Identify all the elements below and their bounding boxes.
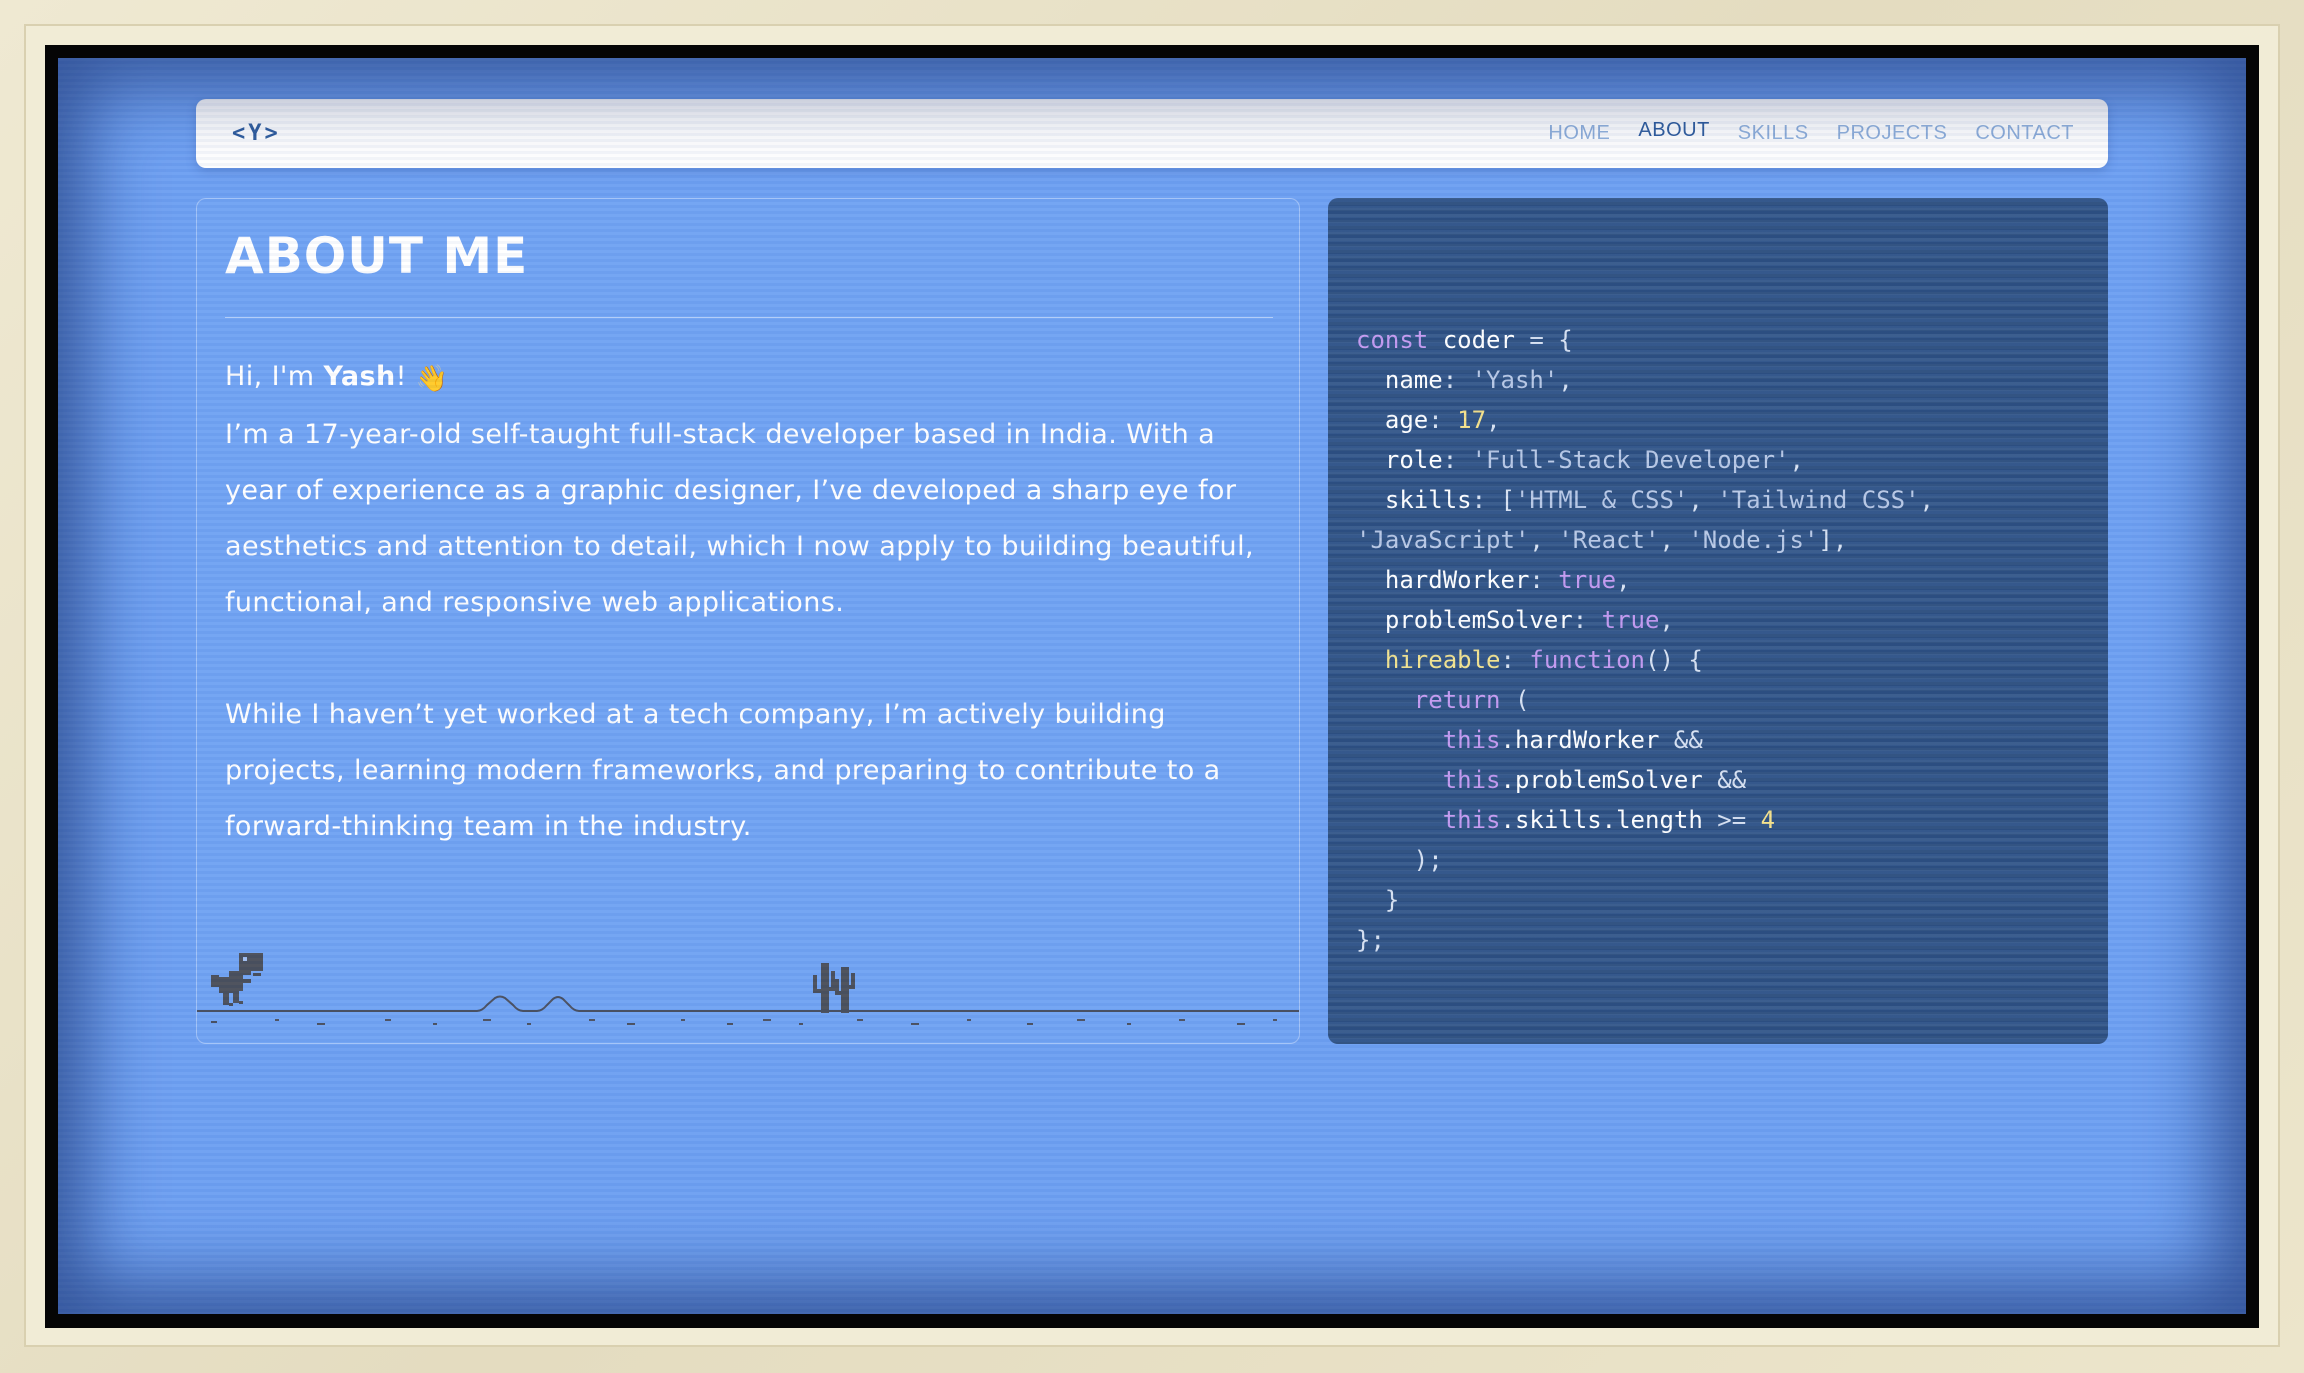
code-token: age [1356,406,1429,434]
code-token: : [1428,406,1458,434]
code-token: : [ [1471,486,1515,514]
code-line: hardWorker: true, [1356,560,1934,600]
code-token: : [1500,646,1530,674]
code-token: return [1356,686,1501,714]
cactus-icon [813,963,855,1013]
code-block: const coder = { name: 'Yash', age: 17, r… [1356,320,1934,960]
code-line: 'JavaScript', 'React', 'Node.js'], [1356,520,1934,560]
greeting: Hi, I'm Yash! 👋 [225,349,1285,407]
code-token: 17 [1457,406,1487,434]
code-token: 'Node.js' [1688,526,1819,554]
code-token: : [1529,566,1559,594]
code-token: () { [1645,646,1703,674]
nav-link-contact[interactable]: CONTACT [1975,122,2074,145]
code-token: , [1558,366,1573,394]
code-token: 'JavaScript' [1356,526,1530,554]
code-line: role: 'Full-Stack Developer', [1356,440,1934,480]
about-body: Hi, I'm Yash! 👋 I’m a 17-year-old self-t… [225,349,1285,855]
code-token: this [1356,766,1501,794]
code-token: 4 [1760,806,1776,834]
navbar: <Y> HOME ABOUT SKILLS PROJECTS CONTACT [196,99,2108,168]
code-token: coder [1428,326,1530,354]
code-line: ); [1356,840,1934,880]
code-token: >= [1717,806,1761,834]
code-line: this.problemSolver && [1356,760,1934,800]
code-line: } [1356,880,1934,920]
nav-links: HOME ABOUT SKILLS PROJECTS CONTACT [1548,119,2074,145]
code-line: this.skills.length >= 4 [1356,800,1934,840]
code-token: } [1356,886,1400,914]
code-line: name: 'Yash', [1356,360,1934,400]
screen: <Y> HOME ABOUT SKILLS PROJECTS CONTACT A… [58,58,2246,1314]
code-token: , [1688,486,1718,514]
code-token: problemSolver [1356,606,1573,634]
code-token: .hardWorker [1500,726,1674,754]
code-token: 'React' [1558,526,1660,554]
divider [225,317,1273,318]
nav-link-home[interactable]: HOME [1548,122,1610,145]
code-line: }; [1356,920,1934,960]
code-token: : [1572,606,1602,634]
code-token: .problemSolver [1500,766,1718,794]
code-token: function [1529,646,1645,674]
code-token: 'Yash' [1471,366,1559,394]
code-token: , [1529,526,1559,554]
code-line: this.hardWorker && [1356,720,1934,760]
greeting-prefix: Hi, I'm [225,361,324,392]
nav-link-skills[interactable]: SKILLS [1738,122,1809,145]
dino-game-scene [197,953,1299,1025]
code-token: , [1789,446,1804,474]
code-token: : [1442,446,1472,474]
code-token: hireable [1356,646,1501,674]
code-token: = { [1529,326,1573,354]
about-card: ABOUT ME Hi, I'm Yash! 👋 I’m a 17-year-o… [196,198,1300,1044]
about-title: ABOUT ME [225,227,529,285]
code-token: name [1356,366,1443,394]
code-token: role [1356,446,1443,474]
code-token: 'HTML & CSS' [1514,486,1689,514]
about-paragraph-2: While I haven’t yet worked at a tech com… [225,699,1221,842]
code-line: hireable: function() { [1356,640,1934,680]
code-token: , [1616,566,1631,594]
code-line: return ( [1356,680,1934,720]
code-token: hardWorker [1356,566,1530,594]
code-token: : [1442,366,1472,394]
ground-line [197,995,1299,1025]
nav-link-projects[interactable]: PROJECTS [1837,122,1948,145]
code-card: const coder = { name: 'Yash', age: 17, r… [1328,198,2108,1044]
code-token: this [1356,726,1501,754]
code-token: 'Tailwind CSS' [1717,486,1920,514]
code-token: , [1659,606,1674,634]
wave-icon: 👋 [415,364,449,394]
code-line: const coder = { [1356,320,1934,360]
code-token: ], [1818,526,1848,554]
code-token: .skills.length [1500,806,1718,834]
code-token: , [1486,406,1501,434]
code-token: true [1601,606,1660,634]
code-token: 'Full-Stack Developer' [1471,446,1790,474]
dino-icon [211,953,263,1006]
code-token: this [1356,806,1501,834]
code-token: , [1919,486,1934,514]
nav-link-about[interactable]: ABOUT [1638,119,1709,142]
code-token: && [1717,766,1747,794]
code-token: true [1558,566,1617,594]
code-token: && [1673,726,1703,754]
about-paragraph-1: I’m a 17-year-old self-taught full-stack… [225,419,1254,618]
author-name: Yash [323,361,396,392]
code-line: age: 17, [1356,400,1934,440]
code-token: ); [1356,846,1443,874]
code-line: skills: ['HTML & CSS', 'Tailwind CSS', [1356,480,1934,520]
code-token: ( [1500,686,1530,714]
code-token: , [1659,526,1689,554]
site-logo[interactable]: <Y> [232,121,281,146]
code-line: problemSolver: true, [1356,600,1934,640]
code-token: skills [1356,486,1472,514]
greeting-suffix: ! [395,361,407,392]
code-token: const [1356,326,1429,354]
code-token: }; [1356,926,1385,954]
